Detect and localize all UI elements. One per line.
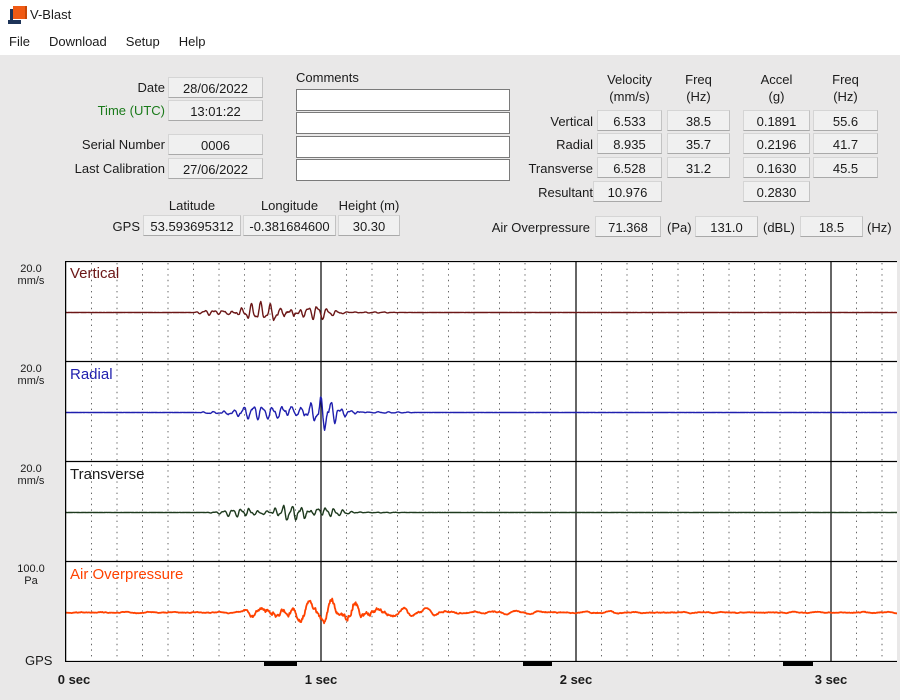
- row-label-radial: Radial: [500, 137, 593, 152]
- title-bar: V-Blast: [0, 0, 900, 28]
- freq-header-2: Freq(Hz): [813, 71, 878, 105]
- window-title: V-Blast: [30, 7, 71, 22]
- comment-input-2[interactable]: [296, 112, 510, 134]
- waveform-plot: [65, 261, 897, 662]
- comment-input-1[interactable]: [296, 89, 510, 111]
- radial-velocity-field: 8.935: [597, 133, 662, 154]
- air-hz-unit: (Hz): [867, 220, 892, 235]
- air-pa-field: 71.368: [595, 216, 661, 237]
- time-field: 13:01:22: [168, 100, 263, 121]
- serial-number-field: 0006: [168, 134, 263, 155]
- transverse-vfreq-field: 31.2: [667, 157, 730, 178]
- radial-accel-field: 0.2196: [743, 133, 810, 154]
- time-utc-label: Time (UTC): [20, 103, 165, 118]
- gps-axis-label: GPS: [25, 653, 52, 668]
- app-icon: [8, 5, 26, 24]
- menu-bar: File Download Setup Help: [0, 28, 900, 55]
- time-tick-2: 2 sec: [560, 672, 593, 687]
- air-hz-field: 18.5: [800, 216, 863, 237]
- gps-longitude-field: -0.381684600: [243, 215, 336, 236]
- scale-transverse: 20.0mm/s: [4, 463, 58, 487]
- serial-number-label: Serial Number: [20, 137, 165, 152]
- transverse-afreq-field: 45.5: [813, 157, 878, 178]
- date-field: 28/06/2022: [168, 77, 263, 98]
- channel-label-radial: Radial: [70, 366, 113, 383]
- menu-setup[interactable]: Setup: [125, 32, 161, 51]
- velocity-header: Velocity(mm/s): [597, 71, 662, 105]
- gps-height-field: 30.30: [338, 215, 400, 236]
- radial-vfreq-field: 35.7: [667, 133, 730, 154]
- air-dbl-field: 131.0: [695, 216, 758, 237]
- air-pa-unit: (Pa): [667, 220, 692, 235]
- menu-file[interactable]: File: [8, 32, 31, 51]
- air-dbl-unit: (dBL): [763, 220, 795, 235]
- row-label-transverse: Transverse: [500, 161, 593, 176]
- gps-mark-1: [523, 661, 552, 666]
- height-header: Height (m): [338, 197, 400, 214]
- vertical-velocity-field: 6.533: [597, 110, 662, 131]
- comment-input-3[interactable]: [296, 136, 510, 158]
- time-tick-1: 1 sec: [305, 672, 338, 687]
- gps-mark-0: [264, 661, 297, 666]
- transverse-accel-field: 0.1630: [743, 157, 810, 178]
- scale-vertical: 20.0mm/s: [4, 263, 58, 287]
- app-window: V-Blast File Download Setup Help Date 28…: [0, 0, 900, 700]
- vertical-accel-field: 0.1891: [743, 110, 810, 131]
- transverse-velocity-field: 6.528: [597, 157, 662, 178]
- scale-radial: 20.0mm/s: [4, 363, 58, 387]
- resultant-velocity-field: 10.976: [593, 181, 662, 202]
- resultant-accel-field: 0.2830: [743, 181, 810, 202]
- longitude-header: Longitude: [243, 197, 336, 214]
- comment-input-4[interactable]: [296, 159, 510, 181]
- menu-download[interactable]: Download: [48, 32, 108, 51]
- accel-header: Accel(g): [743, 71, 810, 105]
- latitude-header: Latitude: [143, 197, 241, 214]
- time-tick-0: 0 sec: [58, 672, 91, 687]
- gps-label: GPS: [100, 219, 140, 234]
- gps-mark-2: [783, 661, 813, 666]
- row-label-vertical: Vertical: [500, 114, 593, 129]
- freq-header-1: Freq(Hz): [667, 71, 730, 105]
- row-label-resultant: Resultant: [500, 185, 593, 200]
- vertical-afreq-field: 55.6: [813, 110, 878, 131]
- time-tick-3: 3 sec: [815, 672, 848, 687]
- date-label: Date: [20, 80, 165, 95]
- comments-label: Comments: [296, 70, 396, 85]
- last-calibration-field: 27/06/2022: [168, 158, 263, 179]
- channel-label-vertical: Vertical: [70, 265, 119, 282]
- channel-label-air: Air Overpressure: [70, 566, 183, 583]
- last-calibration-label: Last Calibration: [20, 161, 165, 176]
- air-overpressure-label: Air Overpressure: [460, 220, 590, 235]
- radial-afreq-field: 41.7: [813, 133, 878, 154]
- channel-label-transverse: Transverse: [70, 466, 144, 483]
- vertical-vfreq-field: 38.5: [667, 110, 730, 131]
- scale-air: 100.0Pa: [4, 563, 58, 587]
- menu-help[interactable]: Help: [178, 32, 207, 51]
- gps-latitude-field: 53.593695312: [143, 215, 241, 236]
